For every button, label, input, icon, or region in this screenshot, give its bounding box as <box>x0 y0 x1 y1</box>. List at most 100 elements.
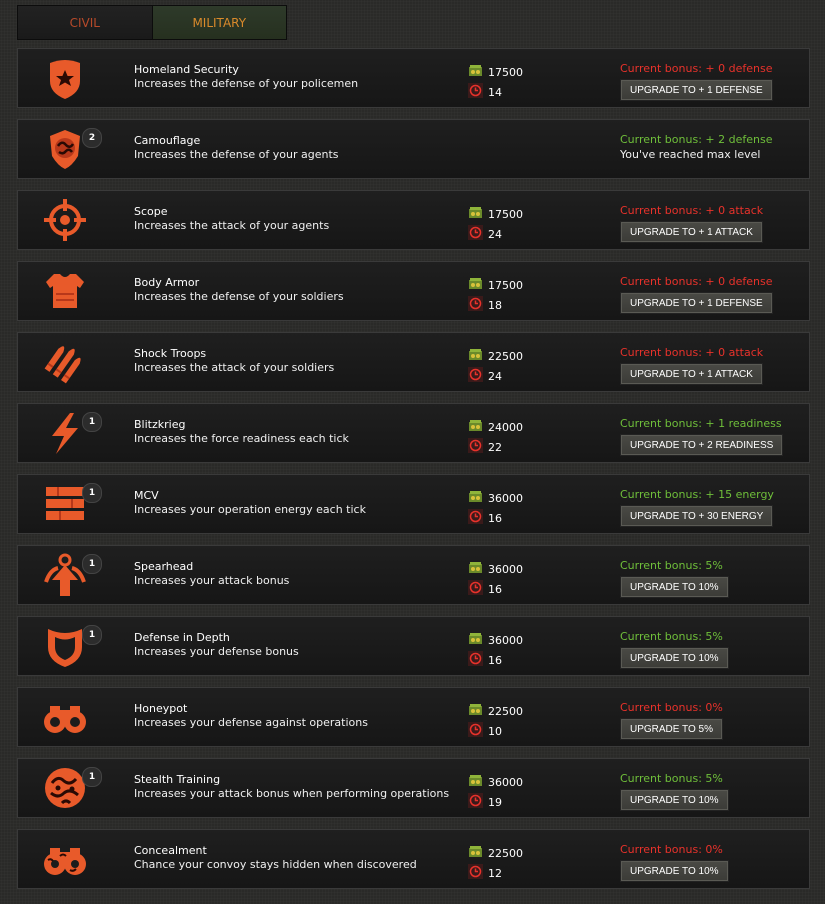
upgrade-name: Stealth Training <box>134 773 221 786</box>
money-icon <box>468 418 488 436</box>
upgrade-row: Concealment Chance your convoy stays hidd… <box>17 829 810 889</box>
upgrade-name: Scope <box>134 205 168 218</box>
duration: 10 <box>468 722 502 740</box>
duration: 19 <box>468 793 502 811</box>
upgrade-description: Increases the defense of your soldiers <box>134 290 344 303</box>
tab-military[interactable]: MILITARY <box>152 6 286 39</box>
lightning-icon <box>42 410 88 456</box>
cost-value: 36000 <box>488 775 523 789</box>
clock-icon <box>468 438 488 456</box>
max-level-text: You've reached max level <box>620 148 761 161</box>
upgrade-button[interactable]: UPGRADE TO 10% <box>620 789 729 811</box>
duration: 22 <box>468 438 502 456</box>
current-bonus: Current bonus: + 15 energy <box>620 488 774 501</box>
upgrade-name: Concealment <box>134 844 207 857</box>
cost: 17500 <box>468 63 523 81</box>
duration: 16 <box>468 509 502 527</box>
duration-value: 16 <box>488 511 502 525</box>
upgrade-row: 1 Stealth Training Increases your attack b… <box>17 758 810 818</box>
cost: 36000 <box>468 560 523 578</box>
duration: 16 <box>468 651 502 669</box>
upgrade-button[interactable]: UPGRADE TO + 2 READINESS <box>620 434 784 456</box>
money-icon <box>468 276 488 294</box>
cost-value: 36000 <box>488 562 523 576</box>
upgrade-description: Increases your defense bonus <box>134 645 299 658</box>
cost-value: 17500 <box>488 278 523 292</box>
upgrade-name: Honeypot <box>134 702 188 715</box>
tab-civil[interactable]: CIVIL <box>18 6 153 39</box>
upgrade-button[interactable]: UPGRADE TO + 30 ENERGY <box>620 505 774 527</box>
money-icon <box>468 631 488 649</box>
camo-binoculars-icon <box>42 836 88 882</box>
binoculars-icon <box>42 694 88 740</box>
police-badge-icon <box>42 55 88 101</box>
current-bonus: Current bonus: + 2 defense <box>620 133 773 146</box>
level-badge: 1 <box>82 767 102 787</box>
cost: 22500 <box>468 347 523 365</box>
upgrade-button[interactable]: UPGRADE TO 10% <box>620 860 729 882</box>
duration: 18 <box>468 296 502 314</box>
cost: 17500 <box>468 276 523 294</box>
duration-value: 18 <box>488 298 502 312</box>
duration-value: 24 <box>488 227 502 241</box>
upgrade-button[interactable]: UPGRADE TO + 1 DEFENSE <box>620 292 773 314</box>
upgrade-row: 1 Spearhead Increases your attack bonus 360… <box>17 545 810 605</box>
upgrade-button[interactable]: UPGRADE TO 5% <box>620 718 723 740</box>
current-bonus: Current bonus: + 0 attack <box>620 204 764 217</box>
upgrade-row: 2 Camouflage Increases the defense of your… <box>17 119 810 179</box>
money-icon <box>468 702 488 720</box>
cost-value: 36000 <box>488 491 523 505</box>
upgrade-button[interactable]: UPGRADE TO + 1 DEFENSE <box>620 79 773 101</box>
current-bonus: Current bonus: 5% <box>620 630 723 643</box>
level-badge: 1 <box>82 625 102 645</box>
upgrade-button[interactable]: UPGRADE TO 10% <box>620 647 729 669</box>
duration: 14 <box>468 83 502 101</box>
upgrade-button[interactable]: UPGRADE TO + 1 ATTACK <box>620 363 763 385</box>
upgrade-row: Shock Troops Increases the attack of your… <box>17 332 810 392</box>
cost-value: 22500 <box>488 846 523 860</box>
clock-icon <box>468 296 488 314</box>
upgrade-description: Increases your operation energy each tic… <box>134 503 366 516</box>
duration: 24 <box>468 367 502 385</box>
clock-icon <box>468 367 488 385</box>
upgrade-button[interactable]: UPGRADE TO 10% <box>620 576 729 598</box>
upgrade-name: Shock Troops <box>134 347 207 360</box>
cost-value: 17500 <box>488 65 523 79</box>
cost-value: 17500 <box>488 207 523 221</box>
current-bonus: Current bonus: 0% <box>620 701 723 714</box>
upgrade-row: Body Armor Increases the defense of your … <box>17 261 810 321</box>
shield-icon <box>42 623 88 669</box>
duration-value: 14 <box>488 85 502 99</box>
clock-icon <box>468 864 488 882</box>
spearhead-arrow-icon <box>42 552 88 598</box>
upgrade-description: Increases the attack of your agents <box>134 219 330 232</box>
duration-value: 16 <box>488 653 502 667</box>
money-icon <box>468 560 488 578</box>
upgrade-name: Homeland Security <box>134 63 239 76</box>
upgrade-row: Honeypot Increases your defense against o… <box>17 687 810 747</box>
bullets-icon <box>42 339 88 385</box>
upgrade-name: Blitzkrieg <box>134 418 186 431</box>
level-badge: 2 <box>82 128 102 148</box>
upgrade-description: Increases your defense against operation… <box>134 716 368 729</box>
money-icon <box>468 489 488 507</box>
duration-value: 19 <box>488 795 502 809</box>
clock-icon <box>468 225 488 243</box>
cost: 36000 <box>468 773 523 791</box>
cost-value: 22500 <box>488 704 523 718</box>
money-icon <box>468 773 488 791</box>
current-bonus: Current bonus: 5% <box>620 559 723 572</box>
body-armor-icon <box>42 268 88 314</box>
upgrade-button[interactable]: UPGRADE TO + 1 ATTACK <box>620 221 763 243</box>
cost-value: 24000 <box>488 420 523 434</box>
cost: 36000 <box>468 489 523 507</box>
stack-icon <box>42 481 88 527</box>
cost-value: 22500 <box>488 349 523 363</box>
upgrade-description: Increases your attack bonus when perform… <box>134 787 450 800</box>
clock-icon <box>468 580 488 598</box>
current-bonus: Current bonus: + 0 defense <box>620 275 773 288</box>
clock-icon <box>468 722 488 740</box>
upgrade-name: Camouflage <box>134 134 201 147</box>
upgrade-row: 1 Defense in Depth Increases your defense … <box>17 616 810 676</box>
upgrade-description: Increases the force readiness each tick <box>134 432 349 445</box>
